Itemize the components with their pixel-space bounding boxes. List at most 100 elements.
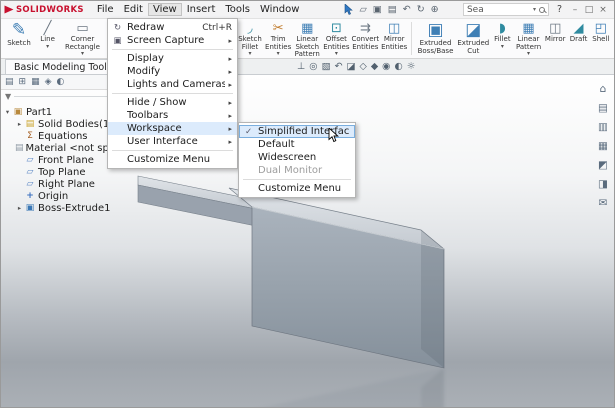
mirror-entities-button[interactable]: ◫ Mirror Entities [380, 20, 408, 52]
expand-arrow-icon[interactable]: ▾ [3, 108, 12, 116]
sketch-fillet-button[interactable]: ◞ Sketch Fillet ▾ [236, 20, 264, 57]
mirror-button[interactable]: ◫ Mirror [543, 20, 567, 45]
menu-item-widescreen[interactable]: Widescreen [239, 151, 355, 164]
edit-appearance-icon[interactable]: ◐ [394, 61, 402, 72]
dropdown-caret-icon[interactable]: ▾ [277, 51, 280, 56]
menu-item-toolbars[interactable]: Toolbars ▸ [108, 109, 237, 122]
tree-item-label: Right Plane [38, 179, 95, 190]
hide-show-items-icon[interactable]: ◉ [382, 61, 390, 72]
appearances-icon[interactable]: ◩ [598, 159, 608, 171]
menu-tools[interactable]: Tools [220, 3, 255, 16]
menu-item-customize-menu[interactable]: Customize Menu [108, 153, 237, 166]
shell-button[interactable]: ◰ Shell [590, 20, 612, 45]
view-orientation-icon[interactable]: ◇ [360, 61, 367, 72]
resources-home-icon[interactable]: ⌂ [600, 83, 607, 95]
save-icon[interactable]: ▣ [373, 4, 382, 15]
featuremanager-tab-icon[interactable]: ▤ [5, 77, 14, 87]
previous-view-icon[interactable]: ↶ [335, 61, 343, 72]
menu-view[interactable]: View [148, 3, 182, 16]
select-arrow-icon[interactable] [344, 4, 353, 15]
maximize-button[interactable]: □ [582, 5, 596, 15]
reference-axis-icon[interactable]: ⊥ [297, 61, 305, 72]
button-label: Trim Entities [265, 36, 291, 51]
menu-shortcut: Ctrl+R [202, 23, 232, 33]
menu-item-workspace[interactable]: Workspace ▸ [108, 122, 237, 135]
section-view-icon[interactable]: ◪ [347, 61, 356, 72]
corner-rectangle-button[interactable]: ▭ Corner Rectangle ▾ [60, 20, 105, 57]
sketch-button[interactable]: ✎ Sketch [3, 20, 35, 49]
propertymanager-tab-icon[interactable]: ⊞ [19, 77, 27, 87]
zoom-fit-icon[interactable]: ◎ [309, 61, 317, 72]
button-label: Sketch Fillet [237, 36, 263, 51]
expand-arrow-icon[interactable]: ▸ [15, 120, 24, 128]
rebuild-icon[interactable]: ↻ [417, 4, 425, 15]
tab-basic-modeling-tools[interactable]: Basic Modeling Tools [5, 59, 121, 74]
mouse-cursor [328, 128, 339, 143]
linear-pattern-button[interactable]: ▦ Linear Pattern ▾ [514, 20, 543, 57]
line-button[interactable]: ╱ Line ▾ [35, 20, 60, 50]
minimize-button[interactable]: – [568, 5, 582, 15]
filter-input[interactable] [14, 96, 122, 97]
menu-item-user-interface[interactable]: User Interface ▸ [108, 135, 237, 148]
displaymanager-tab-icon[interactable]: ◐ [57, 77, 65, 87]
design-library-icon[interactable]: ▤ [598, 102, 608, 114]
menu-item-display[interactable]: Display ▸ [108, 52, 237, 65]
menu-item-customize-menu-sub[interactable]: Customize Menu [239, 182, 355, 195]
zoom-area-icon[interactable]: ▧ [322, 61, 331, 72]
tree-item-label: Front Plane [38, 155, 94, 166]
menu-window[interactable]: Window [255, 3, 304, 16]
draft-button[interactable]: ◢ Draft [567, 20, 589, 45]
trim-entities-button[interactable]: ✂ Trim Entities ▾ [264, 20, 292, 57]
search-icon[interactable] [539, 7, 545, 13]
display-style-icon[interactable]: ◆ [371, 61, 378, 72]
filter-funnel-icon[interactable]: ▼ [5, 92, 11, 101]
menu-item-modify[interactable]: Modify ▸ [108, 65, 237, 78]
menu-file[interactable]: File [92, 3, 119, 16]
tree-item-right-plane[interactable]: ▱ Right Plane [3, 178, 134, 190]
linear-pattern-icon: ▦ [522, 21, 534, 36]
print-icon[interactable]: ▤ [388, 4, 397, 15]
extruded-cut-button[interactable]: ◪ Extruded Cut [456, 20, 491, 56]
close-button[interactable]: × [596, 5, 610, 15]
file-explorer-icon[interactable]: ▥ [598, 121, 608, 133]
menu-item-hide-show[interactable]: Hide / Show ▸ [108, 96, 237, 109]
offset-entities-button[interactable]: ⊡ Offset Entities ▾ [322, 20, 350, 57]
tree-item-origin[interactable]: + Origin [3, 190, 134, 202]
expand-arrow-icon[interactable]: ▸ [15, 204, 24, 212]
menu-item-lights-and-cameras[interactable]: Lights and Cameras ▸ [108, 78, 237, 91]
tree-item-label: Boss-Extrude1 [38, 203, 110, 214]
custom-properties-icon[interactable]: ◨ [598, 178, 608, 190]
dimxpert-tab-icon[interactable]: ◈ [45, 77, 52, 87]
undo-icon[interactable]: ↶ [403, 4, 411, 15]
menu-item-screen-capture[interactable]: ▣ Screen Capture ▸ [108, 34, 237, 47]
menu-item-label: Display [127, 53, 225, 64]
help-icon[interactable]: ? [557, 4, 562, 15]
shell-icon: ◰ [595, 21, 607, 36]
menu-item-dual-monitor: Dual Monitor [239, 164, 355, 177]
search-caret-icon[interactable]: ▾ [533, 6, 536, 13]
extruded-cut-icon: ◪ [465, 21, 481, 40]
dropdown-caret-icon[interactable]: ▾ [81, 51, 84, 56]
apply-scene-icon[interactable]: ☼ [407, 61, 416, 72]
open-icon[interactable]: ▱ [359, 4, 366, 15]
extruded-boss-base-button[interactable]: ▣ Extruded Boss/Base [415, 20, 456, 56]
linear-sketch-pattern-button[interactable]: ▦ Linear Sketch Pattern ▾ [292, 20, 322, 59]
plane-icon: ▱ [24, 155, 36, 165]
forum-icon[interactable]: ✉ [599, 197, 608, 209]
menu-insert[interactable]: Insert [182, 3, 221, 16]
folder-icon: ▤ [24, 119, 36, 129]
tree-item-boss-extrude1[interactable]: ▸ ▣ Boss-Extrude1 [3, 202, 134, 214]
dropdown-caret-icon[interactable]: ▾ [527, 51, 530, 56]
dropdown-caret-icon[interactable]: ▾ [335, 51, 338, 56]
configurationmanager-tab-icon[interactable]: ▦ [31, 77, 40, 87]
dropdown-caret-icon[interactable]: ▾ [248, 51, 251, 56]
menu-edit[interactable]: Edit [119, 3, 148, 16]
fillet-button[interactable]: ◗ Fillet ▾ [491, 20, 514, 50]
menu-item-redraw[interactable]: ↻ Redraw Ctrl+R [108, 21, 237, 34]
view-palette-icon[interactable]: ▦ [598, 140, 608, 152]
dropdown-caret-icon[interactable]: ▾ [46, 44, 49, 49]
dropdown-caret-icon[interactable]: ▾ [501, 44, 504, 49]
convert-entities-button[interactable]: ⇉ Convert Entities [350, 20, 380, 52]
search-input[interactable]: Sea ▾ [463, 3, 549, 16]
options-icon[interactable]: ⊕ [431, 4, 439, 15]
